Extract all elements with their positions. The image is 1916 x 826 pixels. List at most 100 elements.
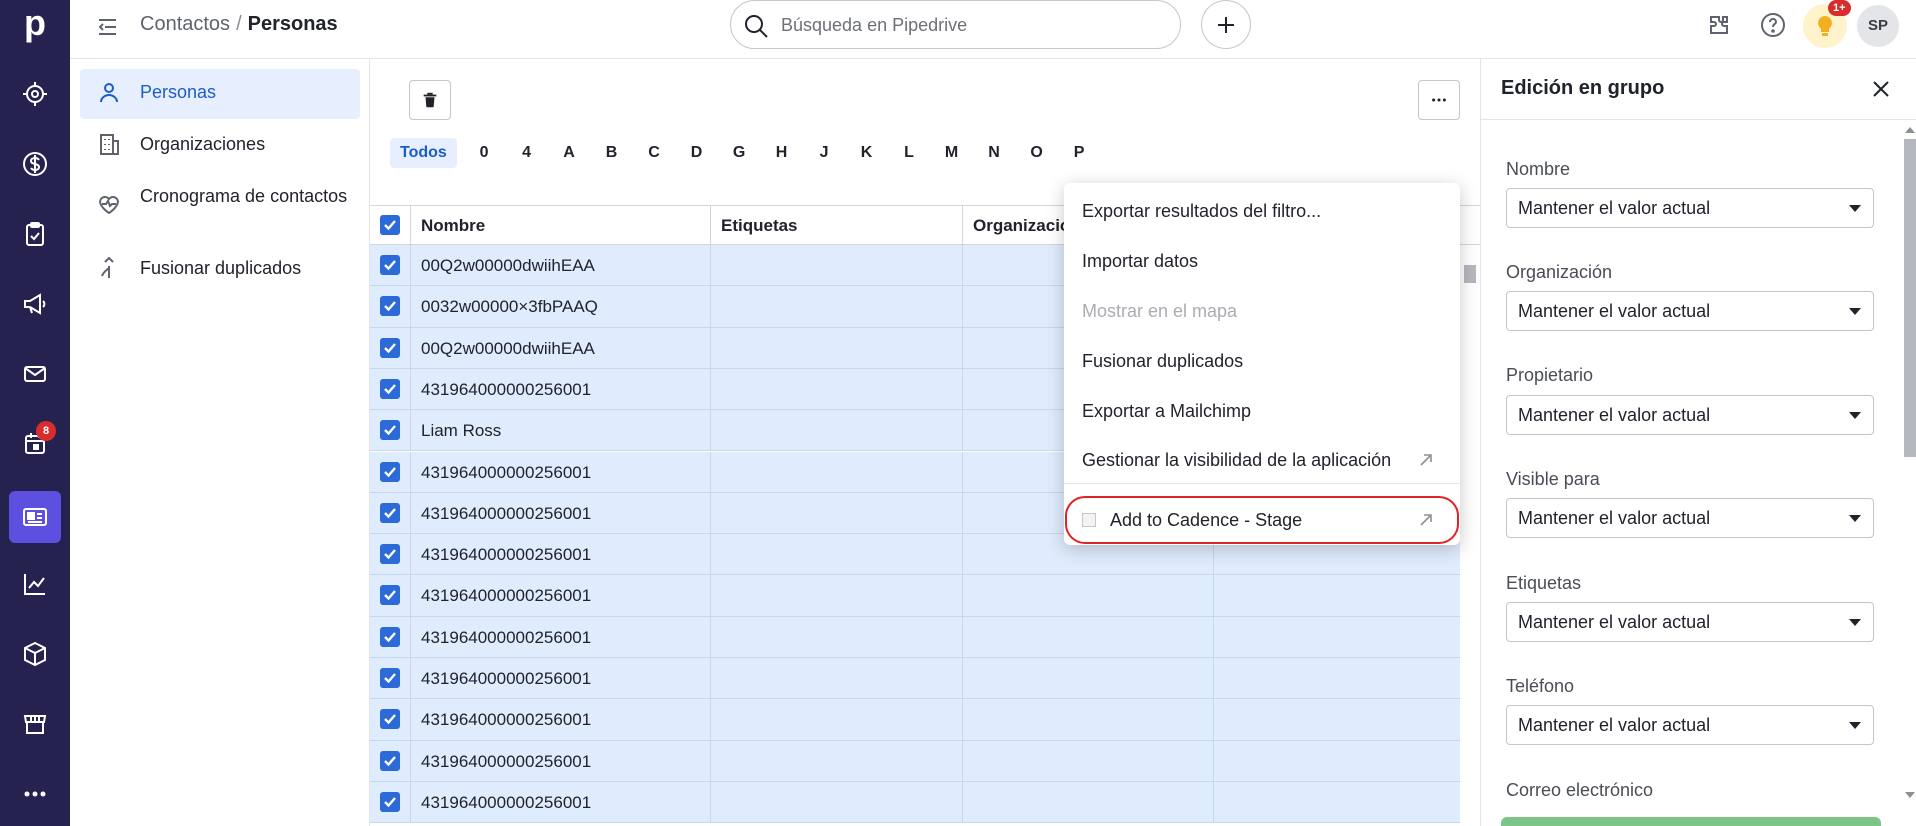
pipedrive-logo[interactable]: p: [16, 2, 54, 44]
select-all-checkbox[interactable]: [380, 215, 400, 235]
scroll-up-arrow[interactable]: [1905, 127, 1915, 133]
row-checkbox[interactable]: [380, 378, 400, 399]
cell-nombre[interactable]: 00Q2w00000dwiihEAA: [411, 327, 711, 368]
row-checkbox[interactable]: [380, 255, 400, 275]
table-row[interactable]: 431964000000256001: [370, 658, 1460, 700]
subnav-item-cronograma[interactable]: Cronograma de contactos: [80, 173, 360, 237]
cell-nombre[interactable]: 431964000000256001: [411, 699, 711, 740]
cell-nombre[interactable]: 431964000000256001: [411, 616, 711, 657]
scroll-down-arrow[interactable]: [1905, 792, 1915, 798]
select-visible-para[interactable]: Mantener el valor actual: [1506, 498, 1874, 538]
cell-etiquetas[interactable]: [711, 368, 963, 410]
subnav-item-organizaciones[interactable]: Organizaciones: [80, 121, 360, 171]
table-row[interactable]: 431964000000256001: [370, 616, 1460, 658]
box-icon[interactable]: [12, 631, 58, 677]
avatar[interactable]: SP: [1857, 5, 1899, 47]
cell-nombre[interactable]: 0032w00000×3fbPAAQ: [411, 286, 711, 327]
cell-etiquetas[interactable]: [711, 658, 963, 699]
alpha-filter-letter[interactable]: P: [1058, 138, 1101, 168]
cell-etiquetas[interactable]: [711, 492, 963, 534]
alpha-filter-all[interactable]: Todos: [390, 138, 457, 168]
alpha-filter-letter[interactable]: O: [1015, 138, 1058, 168]
select-etiquetas[interactable]: Mantener el valor actual: [1506, 602, 1874, 642]
clipboard-check-icon[interactable]: [12, 211, 58, 257]
store-icon[interactable]: [12, 701, 58, 747]
alpha-filter-letter[interactable]: B: [590, 138, 633, 168]
cell-etiquetas[interactable]: [711, 286, 963, 327]
alpha-filter-letter[interactable]: J: [803, 138, 846, 168]
cell-nombre[interactable]: Liam Ross: [411, 410, 711, 451]
select-propietario[interactable]: Mantener el valor actual: [1506, 395, 1874, 435]
cell-organizacion[interactable]: [963, 575, 1214, 616]
cell-nombre[interactable]: 431964000000256001: [411, 534, 711, 575]
column-header-nombre[interactable]: Nombre: [411, 206, 711, 245]
row-checkbox[interactable]: [380, 750, 400, 771]
row-checkbox[interactable]: [380, 420, 400, 441]
menu-item-gestionar-visibilidad[interactable]: Gestionar la visibilidad de la aplicació…: [1064, 437, 1460, 483]
close-icon[interactable]: [1870, 78, 1892, 100]
cell-nombre[interactable]: 431964000000256001: [411, 781, 711, 823]
menu-collapse-icon[interactable]: [96, 14, 122, 40]
cell-etiquetas[interactable]: [711, 740, 963, 781]
table-row[interactable]: 431964000000256001: [370, 781, 1460, 824]
alpha-filter-letter[interactable]: C: [633, 138, 676, 168]
delete-button[interactable]: [409, 80, 451, 120]
row-checkbox[interactable]: [380, 296, 400, 317]
table-row[interactable]: 431964000000256001: [370, 740, 1460, 782]
panel-scrollbar-thumb[interactable]: [1904, 139, 1916, 457]
row-checkbox[interactable]: [380, 709, 400, 730]
row-checkbox[interactable]: [380, 337, 400, 358]
cell-etiquetas[interactable]: [711, 575, 963, 616]
alpha-filter-letter[interactable]: G: [718, 138, 761, 168]
cell-etiquetas[interactable]: [711, 245, 963, 286]
menu-item-exportar-mailchimp[interactable]: Exportar a Mailchimp: [1064, 388, 1460, 434]
breadcrumb-contactos[interactable]: Contactos: [140, 13, 230, 35]
cell-organizacion[interactable]: [963, 740, 1214, 781]
table-row[interactable]: 431964000000256001: [370, 575, 1460, 617]
help-icon[interactable]: [1758, 10, 1788, 40]
table-scrollbar-thumb[interactable]: [1464, 265, 1476, 283]
alpha-filter-letter[interactable]: 0: [463, 138, 506, 168]
row-checkbox[interactable]: [380, 791, 400, 812]
mail-icon[interactable]: [12, 351, 58, 397]
search-input[interactable]: [781, 13, 1161, 37]
subnav-item-fusionar[interactable]: Fusionar duplicados: [80, 245, 360, 295]
megaphone-icon[interactable]: [12, 281, 58, 327]
row-checkbox[interactable]: [380, 668, 400, 688]
cell-organizacion[interactable]: [963, 781, 1214, 823]
cell-nombre[interactable]: 00Q2w00000dwiihEAA: [411, 245, 711, 286]
cell-organizacion[interactable]: [963, 658, 1214, 699]
calendar-icon[interactable]: 8: [12, 421, 58, 467]
cell-organizacion[interactable]: [963, 616, 1214, 657]
alpha-filter-letter[interactable]: N: [973, 138, 1016, 168]
contacts-card-icon[interactable]: [9, 491, 61, 543]
row-checkbox[interactable]: [380, 461, 400, 482]
more-options-button[interactable]: [1418, 80, 1460, 120]
cell-etiquetas[interactable]: [711, 781, 963, 823]
menu-item-exportar-filtro[interactable]: Exportar resultados del filtro...: [1064, 188, 1460, 234]
apply-button[interactable]: [1501, 817, 1881, 826]
cell-etiquetas[interactable]: [711, 327, 963, 368]
row-checkbox[interactable]: [380, 502, 400, 523]
cell-etiquetas[interactable]: [711, 410, 963, 451]
menu-item-importar-datos[interactable]: Importar datos: [1064, 238, 1460, 284]
table-scrollbar[interactable]: [1461, 245, 1480, 826]
alpha-filter-letter[interactable]: 4: [505, 138, 548, 168]
alpha-filter-letter[interactable]: D: [675, 138, 718, 168]
alpha-filter-letter[interactable]: H: [760, 138, 803, 168]
alpha-filter-letter[interactable]: A: [548, 138, 591, 168]
cell-etiquetas[interactable]: [711, 616, 963, 657]
column-header-etiquetas[interactable]: Etiquetas: [711, 206, 963, 245]
select-nombre[interactable]: Mantener el valor actual: [1506, 188, 1874, 228]
cell-nombre[interactable]: 431964000000256001: [411, 740, 711, 781]
chart-icon[interactable]: [12, 561, 58, 607]
subnav-item-personas[interactable]: Personas: [80, 69, 360, 119]
table-row[interactable]: 431964000000256001: [370, 699, 1460, 741]
target-icon[interactable]: [12, 71, 58, 117]
cell-nombre[interactable]: 431964000000256001: [411, 492, 711, 534]
cell-nombre[interactable]: 431964000000256001: [411, 658, 711, 699]
cell-nombre[interactable]: 431964000000256001: [411, 575, 711, 616]
extensions-icon[interactable]: [1704, 10, 1734, 40]
search-box[interactable]: [730, 0, 1181, 49]
select-telefono[interactable]: Mantener el valor actual: [1506, 705, 1874, 745]
